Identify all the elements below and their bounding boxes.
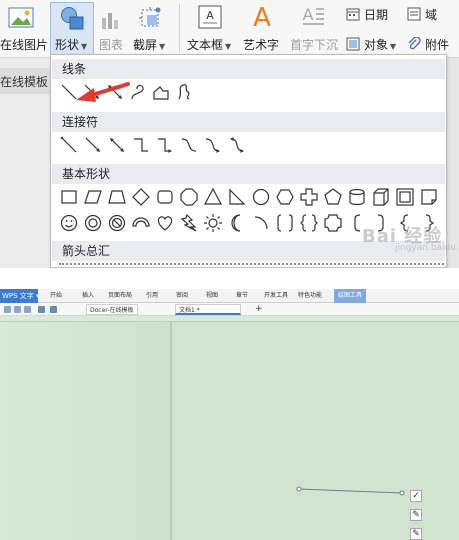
- block-arc-icon[interactable]: [131, 213, 151, 233]
- insert-ribbon: 在线图片 形状 ▼ 图表 截屏 ▼ A 文本框 ▼ A 艺术字 A 首字下沉 日…: [0, 0, 459, 58]
- svg-text:A: A: [206, 9, 214, 22]
- arc-icon[interactable]: [251, 213, 271, 233]
- dropcap-button: 首字下沉: [290, 38, 339, 52]
- no-symbol-icon[interactable]: [107, 213, 127, 233]
- attachment-button[interactable]: 附件: [425, 36, 449, 53]
- online-template-tab[interactable]: 在线模板: [0, 68, 50, 94]
- trapezoid-icon[interactable]: [107, 187, 127, 207]
- right-panel: [447, 58, 459, 268]
- field-icon[interactable]: [407, 6, 421, 25]
- frame-icon[interactable]: [395, 187, 415, 207]
- double-brace-icon[interactable]: [299, 213, 319, 233]
- textbox-label: 文本框: [187, 38, 224, 52]
- chart-icon: [100, 10, 122, 34]
- elbow-connector-icon[interactable]: [131, 135, 151, 155]
- curve-icon[interactable]: [128, 82, 148, 102]
- scribble-icon[interactable]: [174, 82, 194, 102]
- straight-arrow-connector-icon[interactable]: [83, 135, 103, 155]
- diamond-icon[interactable]: [131, 187, 151, 207]
- online-picture-icon[interactable]: [8, 6, 34, 34]
- heart-icon[interactable]: [155, 213, 175, 233]
- line-start-handle[interactable]: [296, 486, 302, 492]
- chevron-down-icon: ▼: [225, 42, 232, 51]
- curved-double-arrow-connector-icon[interactable]: [227, 135, 247, 155]
- cylinder-icon[interactable]: [347, 187, 367, 207]
- double-bracket-icon[interactable]: [275, 213, 295, 233]
- cube-icon[interactable]: [371, 187, 391, 207]
- online-picture-button[interactable]: 在线图片: [0, 36, 48, 53]
- moon-icon[interactable]: [227, 213, 247, 233]
- straight-double-arrow-connector-icon[interactable]: [107, 135, 127, 155]
- straight-connector-icon[interactable]: [59, 135, 79, 155]
- rectangle-icon[interactable]: [59, 187, 79, 207]
- attachment-icon[interactable]: [407, 36, 421, 55]
- screenshot-label: 截屏: [133, 38, 158, 52]
- shapes-row-block-arrows-partial: [59, 263, 444, 267]
- textbox-button[interactable]: 文本框 ▼: [187, 36, 231, 53]
- cross-icon[interactable]: [299, 187, 319, 207]
- shape-label: 形状: [55, 38, 80, 52]
- lightning-icon[interactable]: [179, 213, 199, 233]
- smiley-icon[interactable]: [59, 213, 79, 233]
- right-triangle-icon[interactable]: [227, 187, 247, 207]
- screenshot-button[interactable]: 截屏 ▼: [133, 36, 165, 53]
- folded-corner-icon[interactable]: [419, 187, 439, 207]
- svg-text:A: A: [303, 5, 314, 24]
- octagon-icon[interactable]: [179, 187, 199, 207]
- line-end-handle[interactable]: [399, 490, 405, 496]
- screenshot-editor-panel: WPS 文字 ▾ 开始 插入 页面布局 引用 审阅 视图 章节 开发工具 特色功能 绘图工具 Do…: [0, 289, 459, 540]
- curved-connector-icon[interactable]: [179, 135, 199, 155]
- shape-style-icon[interactable]: ✎: [410, 509, 422, 521]
- chevron-down-icon: ▼: [159, 42, 166, 51]
- drawn-line-shape[interactable]: [0, 289, 459, 540]
- sun-icon[interactable]: [203, 213, 223, 233]
- field-button[interactable]: 域: [425, 6, 437, 23]
- calendar-icon[interactable]: [346, 6, 360, 25]
- rounded-rectangle-icon[interactable]: [155, 187, 175, 207]
- parallelogram-icon[interactable]: [83, 187, 103, 207]
- hexagon-icon[interactable]: [275, 187, 295, 207]
- object-button[interactable]: 对象 ▼: [364, 36, 396, 53]
- textbox-icon[interactable]: A: [198, 5, 222, 33]
- chart-button: 图表: [99, 38, 124, 52]
- section-header-connectors: 连接符: [52, 112, 445, 132]
- layout-options-icon[interactable]: ✓: [410, 490, 422, 502]
- curved-arrow-connector-icon[interactable]: [203, 135, 223, 155]
- shape-icon[interactable]: [60, 6, 86, 36]
- red-arrow-annotation: [76, 82, 130, 102]
- dropcap-icon: A: [301, 5, 325, 33]
- plaque-icon[interactable]: [323, 213, 343, 233]
- ellipse-icon[interactable]: [251, 187, 271, 207]
- pentagon-icon[interactable]: [323, 187, 343, 207]
- watermark-url: jingyan.baidu.com: [395, 243, 459, 253]
- screenshot-icon[interactable]: [138, 6, 162, 34]
- shape-outline-icon[interactable]: ✎: [410, 528, 422, 540]
- elbow-arrow-connector-icon[interactable]: [155, 135, 175, 155]
- wordart-icon[interactable]: A: [250, 3, 274, 35]
- section-header-basic-shapes: 基本形状: [52, 164, 445, 184]
- object-label: 对象: [364, 38, 389, 52]
- section-header-lines: 线条: [52, 59, 445, 79]
- ribbon-separator: [179, 4, 180, 52]
- object-icon[interactable]: [346, 36, 360, 55]
- screenshot-top-panel: 在线图片 形状 ▼ 图表 截屏 ▼ A 文本框 ▼ A 艺术字 A 首字下沉 日…: [0, 0, 459, 268]
- shape-button[interactable]: 形状 ▼: [55, 36, 87, 53]
- donut-icon[interactable]: [83, 213, 103, 233]
- triangle-icon[interactable]: [203, 187, 223, 207]
- svg-text:A: A: [253, 3, 271, 31]
- wordart-button[interactable]: 艺术字: [243, 36, 279, 53]
- freeform-icon[interactable]: [151, 82, 171, 102]
- chevron-down-icon: ▼: [81, 42, 88, 51]
- chevron-down-icon: ▼: [390, 42, 397, 51]
- date-button[interactable]: 日期: [364, 6, 388, 23]
